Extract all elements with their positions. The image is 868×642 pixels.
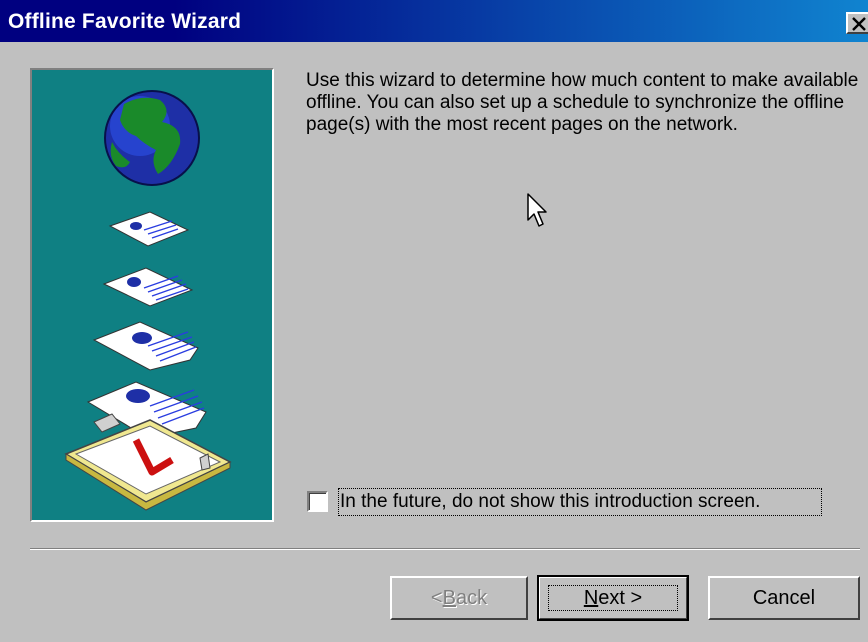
dont-show-label[interactable]: In the future, do not show this introduc… xyxy=(338,488,822,516)
dont-show-checkbox[interactable] xyxy=(307,491,328,512)
mouse-pointer-icon xyxy=(526,192,550,235)
wizard-window: Offline Favorite Wizard Use this wizard … xyxy=(0,0,868,642)
focus-rect xyxy=(548,585,678,611)
cancel-button[interactable]: Cancel xyxy=(708,576,860,620)
close-button[interactable] xyxy=(846,12,868,34)
back-button[interactable]: < B ack xyxy=(390,576,528,620)
back-label-mnemonic: B xyxy=(442,586,456,609)
divider xyxy=(30,548,860,550)
globe-and-offline-pages-icon xyxy=(64,90,232,511)
intro-text: Use this wizard to determine how much co… xyxy=(306,70,859,135)
back-label-suffix: ack xyxy=(455,586,488,609)
wizard-illustration xyxy=(30,68,274,522)
title-bar[interactable]: Offline Favorite Wizard xyxy=(0,0,868,42)
next-button[interactable]: N ext > xyxy=(537,575,689,621)
window-title: Offline Favorite Wizard xyxy=(8,10,242,33)
back-label-prefix: < xyxy=(430,586,443,609)
cancel-label: Cancel xyxy=(752,586,816,609)
close-icon xyxy=(852,17,866,31)
